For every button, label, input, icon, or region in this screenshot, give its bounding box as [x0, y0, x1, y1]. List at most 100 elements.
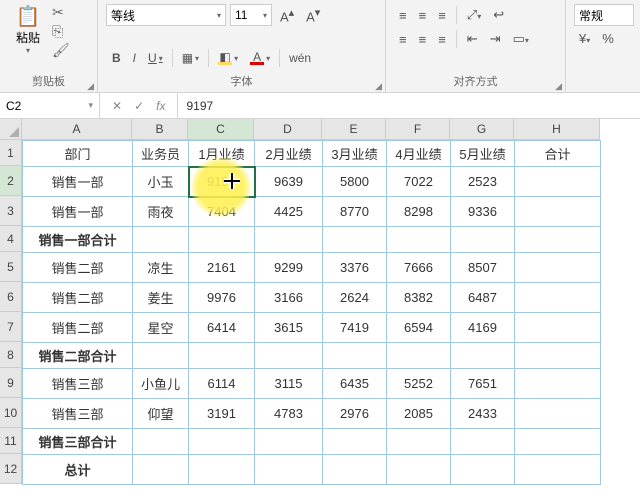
- cell[interactable]: [133, 343, 189, 369]
- cell[interactable]: [515, 197, 601, 227]
- row-header-8[interactable]: 8: [0, 342, 22, 368]
- dialog-launcher-icon[interactable]: ◢: [87, 76, 94, 96]
- cell[interactable]: [255, 429, 323, 455]
- cell[interactable]: 2085: [387, 399, 451, 429]
- cancel-icon[interactable]: ✕: [112, 99, 122, 113]
- enter-icon[interactable]: ✓: [134, 99, 144, 113]
- cell[interactable]: 6414: [189, 313, 255, 343]
- font-name-combo[interactable]: 等线 ▾: [106, 4, 226, 26]
- select-all-corner[interactable]: [0, 119, 22, 140]
- cell[interactable]: 8298: [387, 197, 451, 227]
- align-center-icon[interactable]: ≡: [414, 29, 432, 50]
- cell[interactable]: 5800: [323, 167, 387, 197]
- cell[interactable]: [323, 429, 387, 455]
- cell[interactable]: 销售三部: [23, 369, 133, 399]
- currency-icon[interactable]: ¥▾: [574, 28, 595, 49]
- font-size-combo[interactable]: 11 ▾: [230, 4, 272, 26]
- header-cell[interactable]: 5月业绩: [451, 141, 515, 167]
- cell[interactable]: 小玉: [133, 167, 189, 197]
- row-header-6[interactable]: 6: [0, 282, 22, 312]
- header-cell[interactable]: 3月业绩: [323, 141, 387, 167]
- cell[interactable]: [451, 343, 515, 369]
- cell[interactable]: [189, 227, 255, 253]
- col-header-C[interactable]: C: [188, 119, 254, 140]
- cell[interactable]: 3376: [323, 253, 387, 283]
- cut-icon[interactable]: ✂: [52, 4, 70, 21]
- row-header-10[interactable]: 10: [0, 398, 22, 428]
- cell[interactable]: 3615: [255, 313, 323, 343]
- cell[interactable]: [451, 455, 515, 485]
- row-header-11[interactable]: 11: [0, 428, 22, 454]
- cell[interactable]: 姜生: [133, 283, 189, 313]
- cell[interactable]: [323, 343, 387, 369]
- cell[interactable]: 销售二部: [23, 253, 133, 283]
- cell[interactable]: 8770: [323, 197, 387, 227]
- cell[interactable]: 总计: [23, 455, 133, 485]
- cell[interactable]: [515, 399, 601, 429]
- cell[interactable]: 6487: [451, 283, 515, 313]
- cell[interactable]: 6114: [189, 369, 255, 399]
- header-cell[interactable]: 2月业绩: [255, 141, 323, 167]
- cell[interactable]: [387, 429, 451, 455]
- dialog-launcher-icon[interactable]: ◢: [375, 76, 382, 96]
- col-header-A[interactable]: A: [22, 119, 132, 140]
- header-cell[interactable]: 业务员: [133, 141, 189, 167]
- cell[interactable]: 9336: [451, 197, 515, 227]
- cell[interactable]: 8507: [451, 253, 515, 283]
- cell[interactable]: 9299: [255, 253, 323, 283]
- cell[interactable]: [323, 227, 387, 253]
- cell[interactable]: [515, 429, 601, 455]
- cell[interactable]: 销售二部合计: [23, 343, 133, 369]
- cell[interactable]: 7419: [323, 313, 387, 343]
- dialog-launcher-icon[interactable]: ◢: [555, 76, 562, 96]
- number-format-combo[interactable]: 常规: [574, 4, 634, 26]
- cell[interactable]: [515, 167, 601, 197]
- cell[interactable]: 2976: [323, 399, 387, 429]
- cell[interactable]: 3166: [255, 283, 323, 313]
- fx-icon[interactable]: fx: [156, 99, 165, 113]
- cell[interactable]: 9976: [189, 283, 255, 313]
- cell[interactable]: 8382: [387, 283, 451, 313]
- cell[interactable]: 4425: [255, 197, 323, 227]
- cell[interactable]: 销售二部: [23, 283, 133, 313]
- cell[interactable]: 仰望: [133, 399, 189, 429]
- cell[interactable]: 2624: [323, 283, 387, 313]
- header-cell[interactable]: 4月业绩: [387, 141, 451, 167]
- cell[interactable]: 6594: [387, 313, 451, 343]
- cell[interactable]: [189, 455, 255, 485]
- cell[interactable]: 2433: [451, 399, 515, 429]
- cell[interactable]: 2161: [189, 253, 255, 283]
- phonetic-button[interactable]: wén: [283, 48, 317, 68]
- row-header-2[interactable]: 2: [0, 166, 22, 196]
- row-header-12[interactable]: 12: [0, 454, 22, 484]
- wrap-text-icon[interactable]: ↩: [488, 4, 509, 26]
- cell[interactable]: [133, 455, 189, 485]
- increase-font-icon[interactable]: A▴: [276, 4, 298, 26]
- percent-icon[interactable]: %: [597, 28, 619, 49]
- cell[interactable]: [323, 455, 387, 485]
- decrease-indent-icon[interactable]: ⇤: [462, 28, 483, 50]
- cell[interactable]: 9197: [189, 167, 255, 197]
- cell[interactable]: [515, 343, 601, 369]
- cell[interactable]: 星空: [133, 313, 189, 343]
- col-header-D[interactable]: D: [254, 119, 322, 140]
- font-color-button[interactable]: A▾: [244, 49, 276, 68]
- col-header-F[interactable]: F: [386, 119, 450, 140]
- col-header-H[interactable]: H: [514, 119, 600, 140]
- header-cell[interactable]: 合计: [515, 141, 601, 167]
- cell[interactable]: 凉生: [133, 253, 189, 283]
- cell[interactable]: 4169: [451, 313, 515, 343]
- cell[interactable]: [515, 227, 601, 253]
- cell[interactable]: 销售一部: [23, 197, 133, 227]
- cell[interactable]: [515, 455, 601, 485]
- cell[interactable]: 7022: [387, 167, 451, 197]
- cell[interactable]: 销售三部合计: [23, 429, 133, 455]
- cell[interactable]: 5252: [387, 369, 451, 399]
- fill-color-button[interactable]: ◧▾: [212, 49, 244, 68]
- cell[interactable]: [451, 227, 515, 253]
- cell[interactable]: [189, 429, 255, 455]
- copy-icon[interactable]: ⎘: [52, 23, 70, 40]
- decrease-font-icon[interactable]: A▾: [302, 4, 324, 26]
- borders-button[interactable]: ▦▾: [176, 48, 205, 68]
- row-header-3[interactable]: 3: [0, 196, 22, 226]
